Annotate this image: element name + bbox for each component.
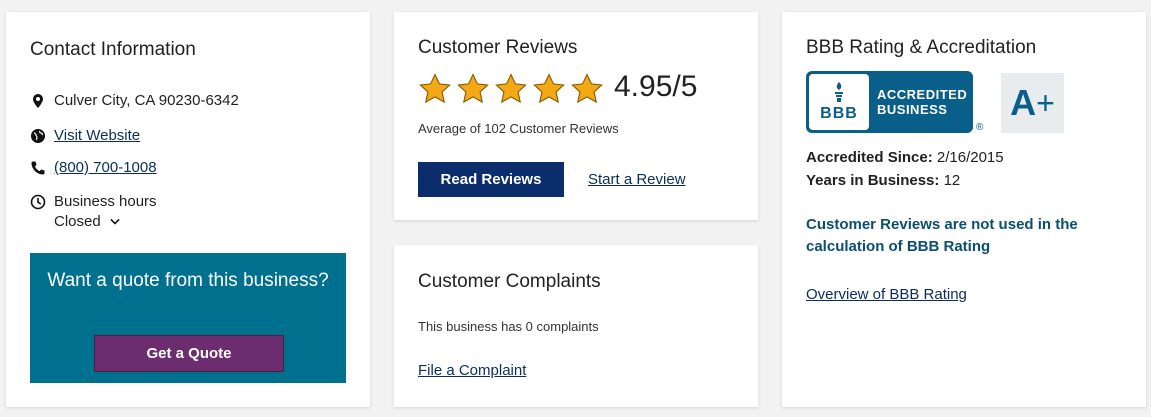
hours-toggle[interactable]: Closed — [54, 213, 123, 230]
star-icon — [533, 73, 565, 104]
accredited-since-label: Accredited Since: — [806, 149, 933, 166]
start-review-link[interactable]: Start a Review — [588, 171, 686, 188]
grade-modifier: + — [1036, 84, 1055, 121]
phone-icon — [31, 161, 45, 174]
torch-icon — [835, 82, 843, 102]
location-pin-icon — [33, 93, 43, 108]
quote-text: Want a quote from this business? — [47, 270, 329, 291]
logo-line-1: ACCREDITED — [877, 87, 968, 102]
star-icon — [457, 73, 489, 104]
rating-value: 4.95/5 — [614, 70, 698, 103]
star-rating — [418, 72, 604, 106]
clock-icon — [30, 194, 46, 209]
file-complaint-link[interactable]: File a Complaint — [418, 362, 526, 379]
accredited-since: Accredited Since: 2/16/2015 — [806, 149, 1004, 166]
complaints-card: Customer Complaints This business has 0 … — [394, 245, 758, 407]
reviews-title: Customer Reviews — [418, 37, 578, 58]
star-icon — [571, 73, 603, 104]
phone-row[interactable]: (800) 700-1008 — [30, 159, 157, 176]
contact-title: Contact Information — [30, 39, 196, 60]
years-label: Years in Business: — [806, 172, 940, 189]
bbb-grade-badge: A + — [1001, 73, 1064, 133]
registered-mark: ® — [976, 122, 984, 133]
years-value: 12 — [943, 172, 961, 189]
bbb-seal-icon: BBB — [809, 74, 869, 130]
bbb-title: BBB Rating & Accreditation — [806, 37, 1037, 58]
address-text: Culver City, CA 90230-6342 — [54, 92, 239, 109]
star-icon — [495, 73, 527, 104]
logo-line-2: BUSINESS — [877, 102, 948, 117]
hours-status: Closed — [54, 213, 101, 230]
accredited-business-text: ACCREDITED BUSINESS — [877, 87, 967, 117]
chevron-down-icon — [110, 218, 120, 225]
website-row[interactable]: Visit Website — [30, 127, 140, 144]
quote-panel: Want a quote from this business? Get a Q… — [30, 253, 346, 383]
globe-icon — [31, 128, 45, 143]
get-quote-button[interactable]: Get a Quote — [94, 335, 284, 372]
rating-note: Customer Reviews are not used in the cal… — [806, 216, 1078, 255]
read-reviews-button[interactable]: Read Reviews — [418, 162, 564, 197]
complaints-title: Customer Complaints — [418, 271, 601, 292]
visit-website-link[interactable]: Visit Website — [54, 127, 140, 144]
bbb-seal-text: BBB — [820, 105, 858, 122]
reviews-card: Customer Reviews 4.95/5 Average of 102 C… — [394, 12, 758, 220]
phone-link[interactable]: (800) 700-1008 — [54, 159, 157, 176]
hours-row: Business hours — [30, 193, 157, 210]
star-icon — [419, 73, 451, 104]
address-row: Culver City, CA 90230-6342 — [30, 92, 239, 109]
years-in-business: Years in Business: 12 — [806, 172, 960, 189]
reviews-average: Average of 102 Customer Reviews — [418, 121, 619, 136]
complaints-summary: This business has 0 complaints — [418, 319, 599, 334]
bbb-rating-card: BBB Rating & Accreditation BBB ACCREDITE… — [782, 12, 1146, 407]
hours-label: Business hours — [54, 193, 157, 210]
accredited-business-logo: BBB ACCREDITED BUSINESS — [806, 71, 973, 133]
accredited-since-value: 2/16/2015 — [936, 149, 1004, 166]
overview-rating-link[interactable]: Overview of BBB Rating — [806, 286, 967, 303]
contact-card: Contact Information Culver City, CA 9023… — [6, 12, 370, 407]
grade-letter: A — [1010, 82, 1037, 123]
